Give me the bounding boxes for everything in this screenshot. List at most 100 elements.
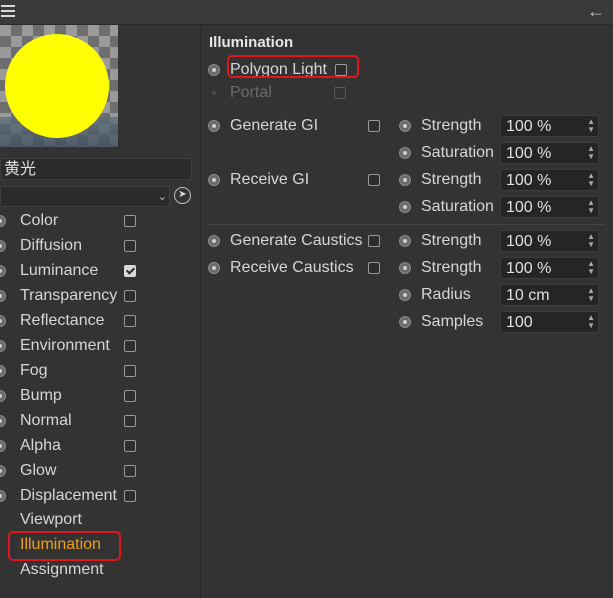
spinner-icon[interactable]: ▲ ▼ [587, 118, 595, 134]
animate-radio-icon[interactable] [0, 240, 6, 252]
animate-radio-icon[interactable] [399, 316, 411, 328]
animate-radio-icon[interactable] [0, 390, 6, 402]
saturation-label: Saturation [421, 198, 494, 215]
animate-radio-icon[interactable] [208, 262, 220, 274]
sidebar-item-diffusion[interactable]: Diffusion [0, 235, 200, 257]
receive-caustics-samples-field[interactable]: 100 ▲ ▼ [500, 311, 599, 333]
samples-label: Samples [421, 313, 484, 330]
illumination-panel: Illumination Polygon Light Portal Genera… [201, 25, 613, 598]
animate-radio-icon[interactable] [0, 340, 6, 352]
hamburger-icon[interactable] [1, 5, 15, 17]
sidebar-item-viewport[interactable]: Viewport [20, 511, 82, 529]
generate-caustics-strength-field[interactable]: 100 % ▲ ▼ [500, 230, 599, 252]
strength-label: Strength [421, 259, 482, 276]
spinner-icon[interactable]: ▲ ▼ [587, 145, 595, 161]
sidebar-item-luminance[interactable]: Luminance [0, 260, 200, 282]
sidebar-item-bump[interactable]: Bump [0, 385, 200, 407]
sidebar-item-displacement[interactable]: Displacement [0, 485, 200, 507]
generate-gi-checkbox[interactable] [368, 120, 380, 132]
strength-label: Strength [421, 171, 482, 188]
sidebar-item-normal[interactable]: Normal [0, 410, 200, 432]
animate-radio-icon[interactable] [399, 289, 411, 301]
animate-radio-icon[interactable] [208, 120, 220, 132]
channel-checkbox[interactable] [124, 415, 136, 427]
sidebar-item-alpha[interactable]: Alpha [0, 435, 200, 457]
sidebar-item-transparency[interactable]: Transparency [0, 285, 200, 307]
sidebar-item-label: Normal [20, 412, 72, 429]
spinner-icon[interactable]: ▲ ▼ [587, 260, 595, 276]
animate-radio-icon[interactable] [0, 415, 6, 427]
receive-gi-strength-row: Strength [399, 169, 499, 191]
strength-label: Strength [421, 117, 482, 134]
generate-caustics-strength-row: Strength [399, 230, 499, 252]
sidebar-item-label: Reflectance [20, 312, 105, 329]
channel-checkbox[interactable] [124, 215, 136, 227]
channel-checkbox[interactable] [124, 490, 136, 502]
animate-radio-icon[interactable] [208, 235, 220, 247]
channel-checkbox[interactable] [124, 315, 136, 327]
receive-caustics-radius-field[interactable]: 10 cm ▲ ▼ [500, 284, 599, 306]
animate-radio-icon[interactable] [0, 215, 6, 227]
spinner-icon[interactable]: ▲ ▼ [587, 199, 595, 215]
sidebar-item-glow[interactable]: Glow [0, 460, 200, 482]
animate-radio-icon[interactable] [0, 315, 6, 327]
portal-label: Portal [230, 84, 272, 101]
material-name-field[interactable]: 黄光 [0, 158, 192, 180]
section-divider [207, 224, 605, 225]
animate-radio-icon[interactable] [399, 262, 411, 274]
animate-radio-icon[interactable] [399, 201, 411, 213]
animate-radio-icon[interactable] [399, 147, 411, 159]
animate-radio-icon[interactable] [399, 120, 411, 132]
spinner-icon[interactable]: ▲ ▼ [587, 314, 595, 330]
animate-radio-icon[interactable] [399, 235, 411, 247]
arrow-left-icon[interactable]: ← [587, 1, 605, 21]
sidebar-item-label: Bump [20, 387, 62, 404]
sidebar-item-label: Glow [20, 462, 57, 479]
receive-gi-strength-field[interactable]: 100 % ▲ ▼ [500, 169, 599, 191]
sidebar-item-label: Alpha [20, 437, 61, 454]
sidebar-item-environment[interactable]: Environment [0, 335, 200, 357]
animate-radio-icon[interactable] [0, 365, 6, 377]
receive-caustics-checkbox[interactable] [368, 262, 380, 274]
animate-radio-icon[interactable] [0, 465, 6, 477]
sidebar-item-assignment[interactable]: Assignment [20, 561, 104, 579]
generate-gi-strength-field[interactable]: 100 % ▲ ▼ [500, 115, 599, 137]
field-value: 100 [506, 314, 533, 331]
animate-radio-icon[interactable] [208, 64, 220, 76]
channel-checkbox[interactable] [124, 290, 136, 302]
channel-checkbox[interactable] [124, 465, 136, 477]
receive-gi-saturation-field[interactable]: 100 % ▲ ▼ [500, 196, 599, 218]
sidebar-item-label: Transparency [20, 287, 118, 304]
generate-gi-saturation-field[interactable]: 100 % ▲ ▼ [500, 142, 599, 164]
channel-checkbox[interactable] [124, 265, 136, 277]
sidebar-item-fog[interactable]: Fog [0, 360, 200, 382]
channel-checkbox[interactable] [124, 365, 136, 377]
receive-gi-checkbox[interactable] [368, 174, 380, 186]
generate-caustics-checkbox[interactable] [368, 235, 380, 247]
field-value: 100 % [506, 172, 552, 189]
spinner-icon[interactable]: ▲ ▼ [587, 233, 595, 249]
spinner-icon[interactable]: ▲ ▼ [587, 287, 595, 303]
channel-checkbox[interactable] [124, 340, 136, 352]
channel-checkbox[interactable] [124, 440, 136, 452]
material-type-select[interactable]: ⌄ [0, 186, 170, 207]
generate-caustics-row: Generate Caustics [208, 230, 388, 252]
animate-radio-icon[interactable] [0, 440, 6, 452]
animate-radio-icon[interactable] [0, 265, 6, 277]
strength-label: Strength [421, 232, 482, 249]
pick-cursor-icon[interactable]: ➤ [174, 187, 191, 204]
spinner-icon[interactable]: ▲ ▼ [587, 172, 595, 188]
channel-checkbox[interactable] [124, 390, 136, 402]
animate-radio-icon[interactable] [208, 174, 220, 186]
polygon-light-highlight-box [227, 55, 359, 78]
field-value: 100 % [506, 199, 552, 216]
animate-radio-icon[interactable] [0, 490, 6, 502]
sidebar-item-label: Environment [20, 337, 110, 354]
channel-checkbox[interactable] [124, 240, 136, 252]
receive-gi-saturation-row: Saturation [399, 196, 499, 218]
sidebar-item-reflectance[interactable]: Reflectance [0, 310, 200, 332]
animate-radio-icon[interactable] [399, 174, 411, 186]
receive-caustics-strength-field[interactable]: 100 % ▲ ▼ [500, 257, 599, 279]
animate-radio-icon[interactable] [0, 290, 6, 302]
sidebar-item-color[interactable]: Color [0, 210, 200, 232]
